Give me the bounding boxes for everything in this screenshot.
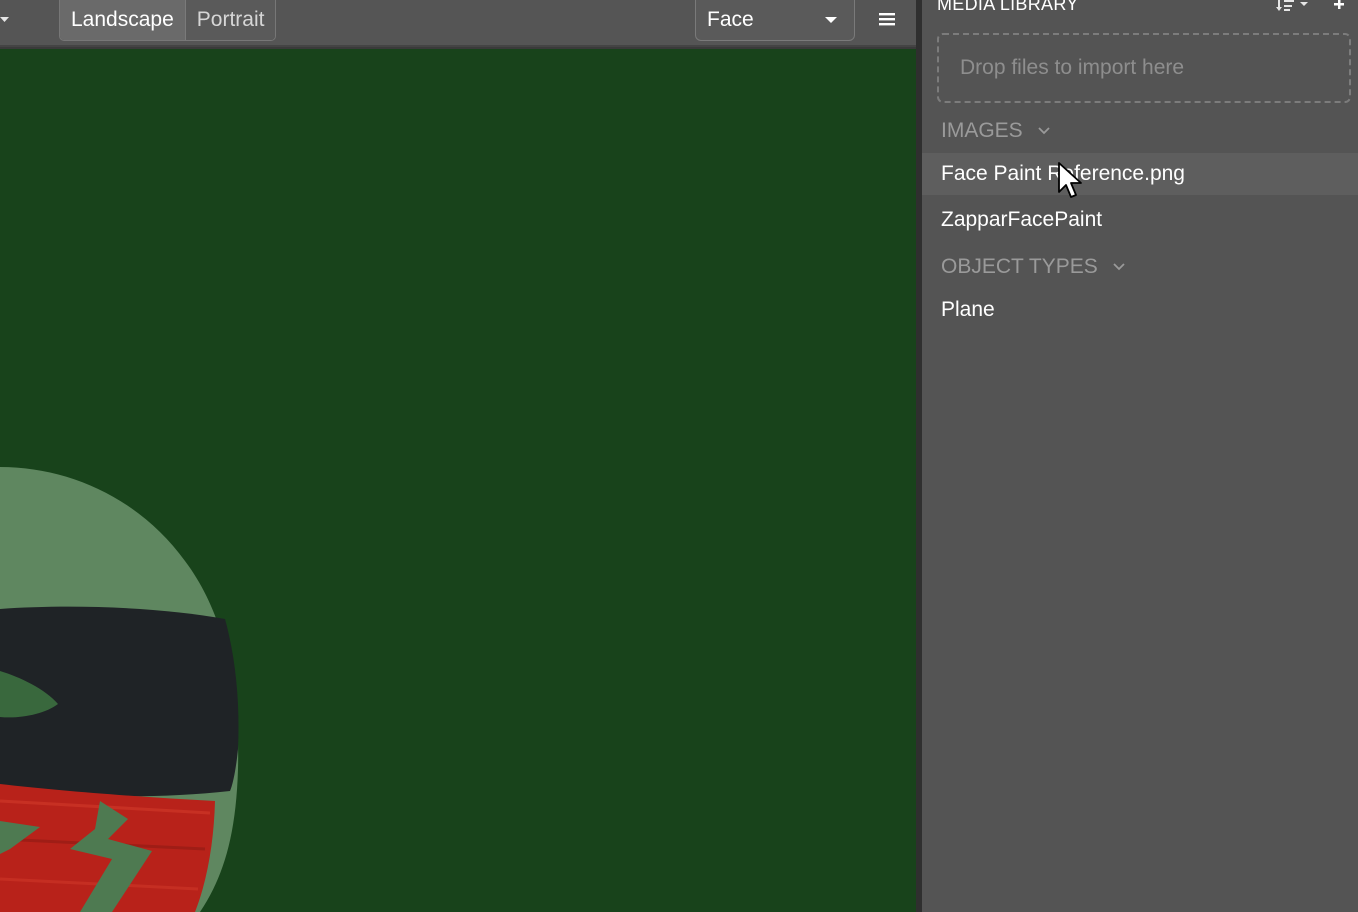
chevron-down-icon [1038,127,1050,135]
object-type-plane[interactable]: Plane [922,289,1358,331]
add-icon[interactable] [1332,0,1346,10]
file-dropzone[interactable]: Drop files to import here [937,33,1351,103]
hamburger-menu-icon[interactable] [877,9,897,29]
section-label: IMAGES [941,119,1023,142]
tracking-type-value: Face [707,7,754,31]
face-mesh-preview [0,467,239,912]
media-item-zappar-face-paint[interactable]: ZapparFacePaint [922,199,1358,241]
object-type-label: Plane [941,298,995,321]
app-window: Landscape Portrait Face MEDIA LIBRARY Dr… [0,0,1358,912]
orientation-toggle: Landscape Portrait [59,0,277,41]
landscape-button[interactable]: Landscape [60,0,186,40]
section-label: OBJECT TYPES [941,255,1098,278]
media-library-panel: MEDIA LIBRARY Drop files to import here … [922,0,1358,912]
scene-viewport[interactable] [0,49,916,912]
media-item-label: ZapparFacePaint [941,208,1103,231]
media-item-face-paint-reference[interactable]: Face Paint Reference.png [922,153,1358,195]
sort-icon[interactable] [1276,0,1310,12]
dropzone-text: Drop files to import here [960,56,1185,79]
tracking-type-select[interactable]: Face [695,0,855,41]
images-section-header[interactable]: IMAGES [941,119,1051,143]
chevron-down-icon [825,17,837,23]
portrait-button[interactable]: Portrait [185,0,276,40]
viewport-toolbar: Landscape Portrait Face [0,0,916,47]
media-item-label: Face Paint Reference.png [941,162,1185,185]
object-types-section-header[interactable]: OBJECT TYPES [941,255,1126,279]
panel-title: MEDIA LIBRARY [937,0,1079,14]
chevron-down-icon [1113,263,1125,271]
caret-down-icon[interactable] [0,14,10,24]
